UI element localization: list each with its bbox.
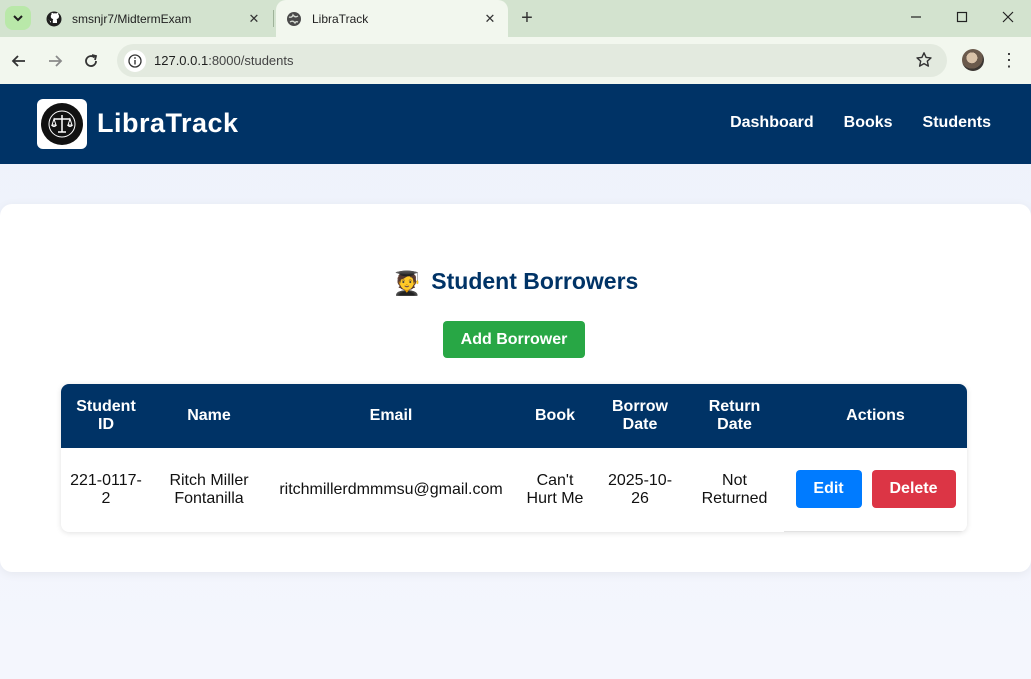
reload-button[interactable] [77,47,105,75]
tab-title: LibraTrack [312,11,369,26]
site-info-icon[interactable] [124,50,146,72]
minimize-button[interactable] [893,0,939,34]
tab-divider [273,10,274,27]
student-icon: 🧑‍🎓 [392,270,422,296]
logo[interactable] [37,99,87,149]
nav-link-students[interactable]: Students [923,114,991,132]
reload-icon [85,54,98,67]
cell-student-id: 221-0117-2 [70,471,142,507]
table-header-row: Student ID Name Email Book Borrow Date R… [61,384,967,448]
page: LibraTrack Dashboard Books Students 🧑‍🎓 S… [0,84,1031,679]
browser-toolbar: 127.0.0.1:8000/students ⋮ [0,37,1031,84]
tab-search-button[interactable] [5,6,31,30]
borrowers-table: Student ID Name Email Book Borrow Date R… [61,384,967,532]
globe-icon [286,11,302,27]
chevron-down-icon [13,15,23,22]
content-card: 🧑‍🎓 Student Borrowers Add Borrower Studen… [0,204,1031,572]
browser-tab-libratrack[interactable]: LibraTrack ✕ [276,0,508,37]
maximize-icon [956,11,968,23]
cell-book: Can't Hurt Me [526,471,584,507]
column-header-student-id: Student ID [61,384,151,448]
arrow-left-icon [11,55,25,67]
url-path: :8000/students [208,53,294,68]
browser-tab-github[interactable]: smsnjr7/MidtermExam ✕ [36,0,272,37]
column-header-actions: Actions [784,384,967,448]
profile-avatar[interactable] [962,49,984,71]
column-header-return-date: Return Date [685,384,784,448]
browser-tab-strip: smsnjr7/MidtermExam ✕ LibraTrack ✕ + [0,0,1031,37]
column-header-book: Book [515,384,595,448]
nav-links: Dashboard Books Students [730,114,991,132]
column-header-borrow-date: Borrow Date [595,384,685,448]
url-text[interactable]: 127.0.0.1:8000/students [154,53,294,68]
minimize-icon [911,16,921,18]
nav-link-books[interactable]: Books [844,114,893,132]
nav-link-dashboard[interactable]: Dashboard [730,114,814,132]
page-title-text: Student Borrowers [431,268,639,294]
new-tab-button[interactable]: + [514,6,540,30]
forward-button[interactable] [41,47,69,75]
cell-actions: Edit Delete [784,448,967,532]
column-header-email: Email [267,384,515,448]
tab-title: smsnjr7/MidtermExam [72,11,192,26]
url-host: 127.0.0.1 [154,53,209,68]
close-tab-icon[interactable]: ✕ [244,9,264,29]
brand-name[interactable]: LibraTrack [97,108,239,139]
address-bar[interactable]: 127.0.0.1:8000/students [117,44,947,77]
page-title: 🧑‍🎓 Student Borrowers [0,268,1031,297]
bookmark-star-icon[interactable] [915,51,933,69]
cell-borrow-date: 2025-10-26 [607,471,673,507]
column-header-name: Name [151,384,267,448]
close-icon [1002,11,1014,23]
cell-email: ritchmillerdmmmsu@gmail.com [279,480,503,498]
github-icon [46,11,62,27]
arrow-right-icon [49,55,63,67]
delete-button[interactable]: Delete [871,470,956,509]
plus-icon: + [521,6,533,29]
maximize-button[interactable] [939,0,985,34]
site-navbar: LibraTrack Dashboard Books Students [0,84,1031,164]
cell-name: Ritch Miller Fontanilla [169,471,249,507]
close-tab-icon[interactable]: ✕ [480,9,500,29]
cell-return-date: Not Returned [701,471,768,507]
edit-button[interactable]: Edit [795,470,862,509]
table-row: 221-0117-2 Ritch Miller Fontanilla ritch… [61,448,967,532]
close-window-button[interactable] [985,0,1031,34]
add-borrower-button[interactable]: Add Borrower [443,321,585,358]
scales-icon [41,103,83,145]
more-menu-icon[interactable]: ⋮ [999,50,1019,70]
back-button[interactable] [5,47,33,75]
